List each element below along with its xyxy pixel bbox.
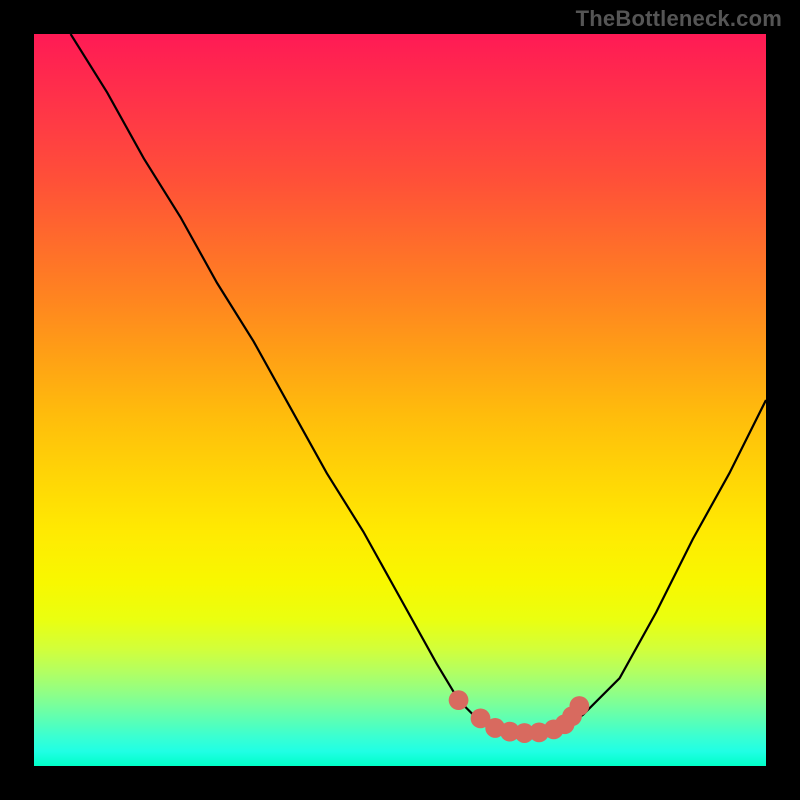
plot-svg (34, 34, 766, 766)
optimal-range-dots (449, 690, 590, 743)
attribution-label: TheBottleneck.com (576, 6, 782, 32)
highlight-dot (449, 690, 469, 710)
highlight-dot (569, 696, 589, 716)
chart-gradient-area (34, 34, 766, 766)
bottleneck-curve (71, 34, 766, 733)
chart-stage: TheBottleneck.com (0, 0, 800, 800)
